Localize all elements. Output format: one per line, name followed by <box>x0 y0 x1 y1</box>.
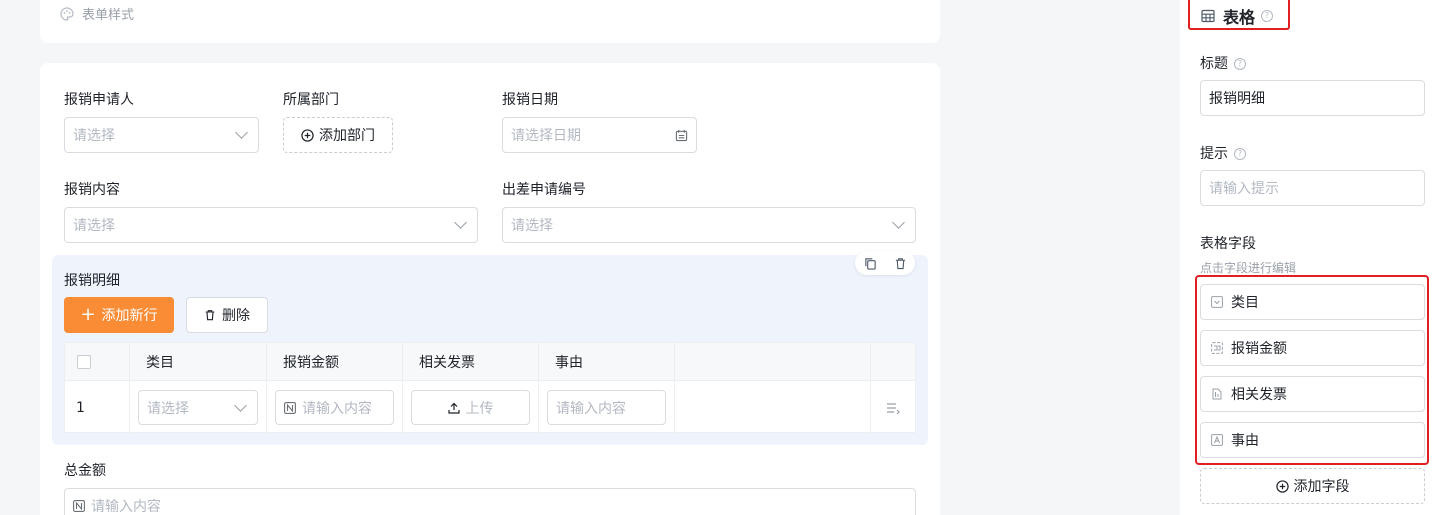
field-item-reason[interactable]: 事由 <box>1200 422 1425 458</box>
title-input[interactable]: 报销明细 <box>1200 80 1425 116</box>
title-label-row: 标题? <box>1200 53 1246 73</box>
copy-icon[interactable] <box>864 257 877 270</box>
field-item-amount[interactable]: 报销金额 <box>1200 330 1425 366</box>
palette-icon <box>60 6 74 21</box>
help-icon[interactable]: ? <box>1261 10 1274 22</box>
column-header-amount: 报销金额 <box>267 343 403 381</box>
help-icon[interactable]: ? <box>1234 58 1246 70</box>
add-row-label: 添加新行 <box>101 308 158 324</box>
column-header-extra <box>675 343 871 381</box>
chevron-down-icon <box>454 216 467 229</box>
fields-hint: 点击字段进行编辑 <box>1200 261 1297 275</box>
block-actions <box>855 251 915 275</box>
plus-circle-icon <box>1275 479 1289 493</box>
content-placeholder: 请选择 <box>73 218 115 234</box>
plus-icon: + <box>80 304 96 325</box>
add-field-button[interactable]: 添加字段 <box>1200 468 1425 504</box>
total-label: 总金额 <box>64 463 106 479</box>
field-item-label: 相关发票 <box>1231 387 1287 403</box>
chevron-down-icon <box>234 398 247 412</box>
add-row-button[interactable]: + 添加新行 <box>64 297 174 333</box>
column-header-reason: 事由 <box>539 343 675 381</box>
column-header-category: 类目 <box>130 343 267 381</box>
table-icon <box>1201 9 1215 23</box>
form-style-label: 表单样式 <box>82 8 135 23</box>
hint-input[interactable]: 请输入提示 <box>1200 170 1425 206</box>
reason-placeholder: 请输入内容 <box>556 400 626 417</box>
travel-no-label: 出差申请编号 <box>502 182 586 198</box>
upload-icon <box>447 402 460 414</box>
date-placeholder: 请选择日期 <box>511 128 581 144</box>
field-item-label: 事由 <box>1231 433 1259 449</box>
date-picker[interactable]: 请选择日期 <box>502 117 697 153</box>
text-field-icon <box>1211 434 1223 446</box>
add-field-label: 添加字段 <box>1293 479 1350 495</box>
number-icon <box>73 500 85 512</box>
title-label: 标题 <box>1200 56 1228 72</box>
chevron-down-icon <box>235 126 248 139</box>
column-header-actions <box>871 343 915 381</box>
table-row-reason-cell: 请输入内容 <box>539 381 675 434</box>
fields-label: 表格字段 <box>1200 236 1256 252</box>
table-row-invoice-cell: 上传 <box>403 381 539 434</box>
field-item-category[interactable]: 类目 <box>1200 284 1425 320</box>
select-all-cell <box>65 343 130 381</box>
travel-no-placeholder: 请选择 <box>511 218 553 234</box>
amount-input[interactable]: 请输入内容 <box>275 390 394 425</box>
detail-table: 类目 报销金额 相关发票 事由 1 请选择 请输入内容 上传 请输入内容 <box>64 342 916 434</box>
add-department-button[interactable]: 添加部门 <box>283 117 393 153</box>
help-icon[interactable]: ? <box>1234 148 1246 160</box>
upload-label: 上传 <box>465 400 494 417</box>
number-icon <box>284 401 296 414</box>
delete-row-button[interactable]: 删除 <box>186 297 268 333</box>
calendar-icon <box>675 129 688 141</box>
amount-placeholder: 请输入内容 <box>302 400 372 417</box>
detail-table-title: 报销明细 <box>64 273 120 289</box>
content-label: 报销内容 <box>64 182 120 198</box>
plus-circle-icon <box>301 128 314 142</box>
travel-no-select[interactable]: 请选择 <box>502 207 916 243</box>
table-row-category-cell: 请选择 <box>130 381 267 434</box>
applicant-select[interactable]: 请选择 <box>64 117 259 153</box>
form-style-row[interactable]: 表单样式 <box>60 4 134 23</box>
column-header-invoice: 相关发票 <box>403 343 539 381</box>
select-all-checkbox[interactable] <box>77 355 91 369</box>
select-field-icon <box>1211 296 1223 308</box>
total-input[interactable]: 请输入内容 <box>64 488 916 515</box>
field-item-invoice[interactable]: 相关发票 <box>1200 376 1425 412</box>
content-select[interactable]: 请选择 <box>64 207 478 243</box>
trash-icon <box>205 310 215 321</box>
form-style-card: 表单样式 <box>40 0 940 43</box>
row-menu-icon[interactable] <box>886 402 900 414</box>
component-title-text: 表格 <box>1223 8 1256 27</box>
amount-field-icon <box>1211 342 1223 354</box>
add-department-label: 添加部门 <box>319 128 375 144</box>
category-placeholder: 请选择 <box>147 400 189 417</box>
total-placeholder: 请输入内容 <box>91 499 161 515</box>
applicant-placeholder: 请选择 <box>73 128 115 144</box>
table-row-actions-cell <box>871 381 915 434</box>
table-row-amount-cell: 请输入内容 <box>267 381 403 434</box>
reason-input[interactable]: 请输入内容 <box>547 390 666 425</box>
chevron-down-icon <box>892 216 905 229</box>
title-value: 报销明细 <box>1209 91 1265 107</box>
hint-placeholder: 请输入提示 <box>1209 181 1279 197</box>
trash-icon[interactable] <box>894 257 907 270</box>
table-row-extra-cell <box>675 381 871 434</box>
category-select[interactable]: 请选择 <box>138 390 258 425</box>
department-label: 所属部门 <box>283 92 339 108</box>
component-title: 表格 ? <box>1201 4 1274 28</box>
field-item-label: 类目 <box>1231 295 1259 311</box>
delete-row-label: 删除 <box>222 308 250 324</box>
date-label: 报销日期 <box>502 92 558 108</box>
hint-label: 提示 <box>1200 146 1228 162</box>
hint-label-row: 提示? <box>1200 143 1246 163</box>
upload-button[interactable]: 上传 <box>411 390 530 425</box>
row-index: 1 <box>65 381 130 434</box>
attachment-field-icon <box>1212 388 1222 400</box>
applicant-label: 报销申请人 <box>64 92 134 108</box>
field-item-label: 报销金额 <box>1231 341 1287 357</box>
